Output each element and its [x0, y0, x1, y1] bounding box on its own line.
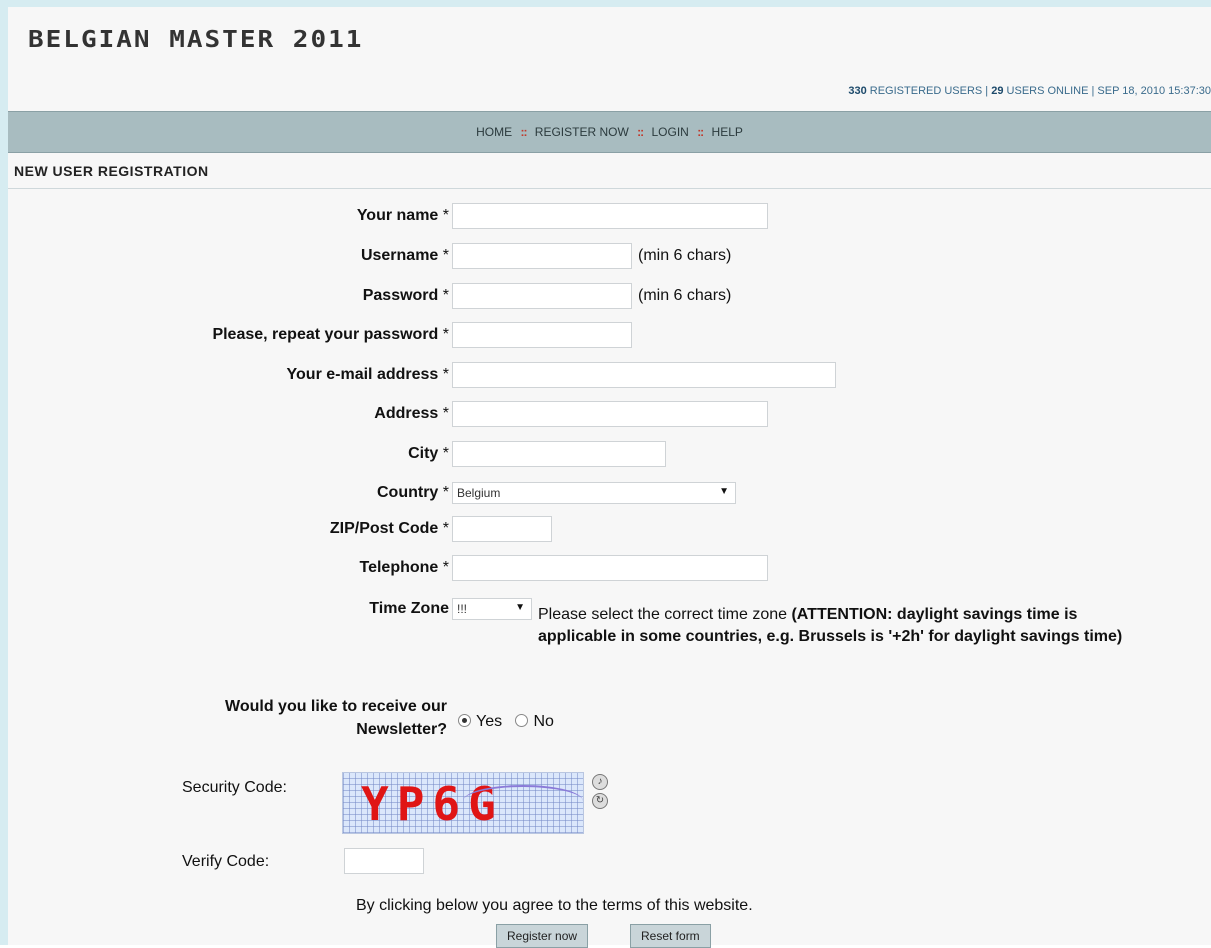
timezone-select[interactable]: !!! ▼: [452, 598, 532, 620]
zip-row: ZIP/Post Code *: [8, 516, 1211, 546]
newsletter-yes-radio[interactable]: [458, 714, 471, 727]
email-input[interactable]: [452, 362, 836, 388]
repeat-password-input[interactable]: [452, 322, 632, 348]
address-input[interactable]: [452, 401, 768, 427]
required-mark: *: [442, 405, 449, 422]
telephone-label: Telephone *: [359, 559, 449, 576]
address-row: Address *: [8, 401, 1211, 431]
timezone-instruction: Please select the correct time zone: [538, 606, 788, 623]
username-label: Username *: [360, 247, 449, 264]
page-title: NEW USER REGISTRATION: [14, 163, 209, 179]
site-logo[interactable]: BELGIAN MASTER 2011: [28, 27, 363, 54]
address-label: Address *: [374, 405, 449, 422]
status-line: 330 REGISTERED USERS | 29 USERS ONLINE |…: [848, 85, 1211, 97]
city-row: City *: [8, 441, 1211, 471]
nav-register-now[interactable]: REGISTER NOW: [535, 125, 629, 139]
registered-users-count: 330: [848, 85, 867, 97]
zip-label: ZIP/Post Code *: [329, 520, 449, 537]
security-code-label: Security Code:: [182, 779, 287, 796]
online-users-label: USERS ONLINE | SEP 18, 2010 15:37:30: [1006, 85, 1211, 97]
password-label: Password *: [362, 287, 449, 304]
city-input[interactable]: [452, 441, 666, 467]
city-label: City *: [408, 445, 449, 462]
page: BELGIAN MASTER 2011 330 REGISTERED USERS…: [8, 7, 1211, 948]
telephone-input[interactable]: [452, 555, 768, 581]
country-label: Country *: [376, 484, 449, 501]
nav-separator: ::: [637, 125, 644, 139]
newsletter-label: Would you like to receive our Newsletter…: [225, 698, 447, 738]
register-button[interactable]: Register now: [496, 924, 589, 948]
window-frame-top: [0, 0, 1211, 7]
timezone-selected-value: !!!: [457, 602, 468, 616]
required-mark: *: [442, 445, 449, 462]
chevron-down-icon: ▼: [719, 486, 729, 497]
username-input[interactable]: [452, 243, 632, 269]
telephone-row: Telephone *: [8, 555, 1211, 585]
nav-login[interactable]: LOGIN: [652, 125, 689, 139]
repeat-password-row: Please, repeat your password *: [8, 322, 1211, 352]
required-mark: *: [442, 559, 449, 576]
password-row: Password * (min 6 chars): [8, 283, 1211, 313]
password-hint: (min 6 chars): [638, 287, 732, 304]
nav-home[interactable]: HOME: [476, 125, 512, 139]
username-hint: (min 6 chars): [638, 247, 732, 264]
newsletter-options: Yes No: [458, 713, 554, 731]
chevron-down-icon: ▼: [515, 602, 525, 613]
newsletter-yes-option[interactable]: Yes: [458, 713, 507, 730]
name-label: Your name *: [356, 207, 449, 224]
verify-code-label: Verify Code:: [182, 853, 270, 870]
name-row: Your name *: [8, 203, 1211, 233]
newsletter-yes-label: Yes: [476, 713, 503, 730]
terms-notice: By clicking below you agree to the terms…: [356, 897, 753, 914]
verify-code-input[interactable]: [344, 848, 424, 874]
repeat-password-label: Please, repeat your password *: [212, 326, 449, 343]
refresh-icon[interactable]: ↻: [592, 793, 608, 809]
country-selected-value: Belgium: [457, 486, 501, 500]
nav-help[interactable]: HELP: [712, 125, 743, 139]
newsletter-no-label: No: [533, 713, 554, 730]
newsletter-no-radio[interactable]: [515, 714, 529, 727]
newsletter-no-option[interactable]: No: [515, 713, 554, 730]
zip-input[interactable]: [452, 516, 552, 542]
online-users-count: 29: [991, 85, 1004, 97]
reset-button[interactable]: Reset form: [630, 924, 711, 948]
nav-separator: ::: [520, 125, 527, 139]
captcha-image: YP6G: [342, 772, 584, 834]
country-select[interactable]: Belgium ▼: [452, 482, 736, 504]
required-mark: *: [442, 484, 449, 501]
registered-users-label: REGISTERED USERS |: [869, 85, 989, 97]
main-nav: HOME :: REGISTER NOW :: LOGIN :: HELP: [8, 111, 1211, 153]
required-mark: *: [442, 247, 449, 264]
name-input[interactable]: [452, 203, 768, 229]
required-mark: *: [442, 287, 449, 304]
required-mark: *: [442, 326, 449, 343]
username-row: Username * (min 6 chars): [8, 243, 1211, 273]
required-mark: *: [442, 366, 449, 383]
required-mark: *: [442, 520, 449, 537]
country-row: Country * Belgium ▼: [8, 480, 1211, 510]
timezone-help: Please select the correct time zone (ATT…: [538, 604, 1138, 648]
email-row: Your e-mail address *: [8, 362, 1211, 392]
captcha-noise: [463, 785, 583, 817]
speaker-icon[interactable]: ♪: [592, 774, 608, 790]
window-frame-left: [0, 0, 8, 945]
email-label: Your e-mail address *: [286, 366, 449, 383]
timezone-label: Time Zone: [369, 600, 449, 617]
password-input[interactable]: [452, 283, 632, 309]
required-mark: *: [442, 207, 449, 224]
title-divider: [8, 188, 1211, 189]
nav-separator: ::: [697, 125, 704, 139]
